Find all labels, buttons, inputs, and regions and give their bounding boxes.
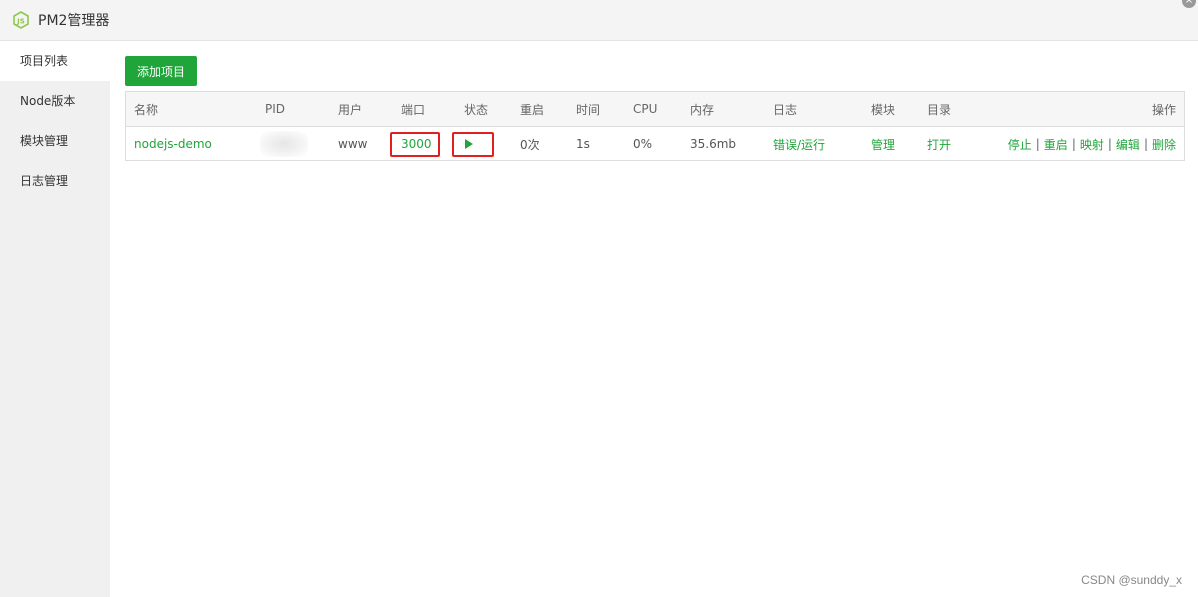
main-content: 添加项目 名称 PID 用户 端口 状态 重启 时间 CPU 内存 日志 模块 …	[110, 41, 1198, 597]
sidebar-item-module-manage[interactable]: 模块管理	[0, 121, 110, 161]
user-value: www	[338, 137, 368, 151]
header-memory: 内存	[690, 102, 715, 117]
header-cpu: CPU	[633, 102, 658, 116]
separator: |	[1107, 137, 1112, 151]
restart-count: 0次	[520, 137, 540, 152]
edit-link[interactable]: 编辑	[1116, 136, 1140, 153]
open-dir-link[interactable]: 打开	[927, 127, 951, 161]
module-manage-link[interactable]: 管理	[871, 127, 895, 161]
table-row: nodejs-demo www 3000 0次 1s 0% 35.6mb 错误/…	[126, 127, 1184, 161]
pid-blurred	[260, 131, 308, 157]
map-link[interactable]: 映射	[1080, 136, 1104, 153]
header-module: 模块	[871, 102, 896, 117]
add-project-button[interactable]: 添加项目	[125, 56, 198, 86]
header-name: 名称	[134, 102, 159, 117]
project-name-link[interactable]: nodejs-demo	[134, 127, 212, 161]
table-header-row: 名称 PID 用户 端口 状态 重启 时间 CPU 内存 日志 模块 目录 操作	[126, 92, 1184, 127]
header-user: 用户	[338, 102, 363, 117]
uptime-value: 1s	[576, 137, 590, 151]
restart-link[interactable]: 重启	[1044, 136, 1068, 153]
sidebar: 项目列表 Node版本 模块管理 日志管理	[0, 41, 110, 597]
header-log: 日志	[773, 102, 798, 117]
nodejs-logo-icon: JS	[13, 11, 29, 29]
header-ops: 操作	[1151, 102, 1176, 117]
pid-value	[260, 127, 308, 161]
sidebar-item-log-manage[interactable]: 日志管理	[0, 161, 110, 201]
title-bar: JS PM2管理器 ×	[0, 0, 1198, 41]
header-pid: PID	[265, 102, 286, 116]
row-actions: 停止 | 重启 | 映射 | 编辑 | 删除	[1008, 127, 1176, 161]
separator: |	[1143, 137, 1148, 151]
delete-link[interactable]: 删除	[1152, 136, 1176, 153]
separator: |	[1035, 137, 1040, 151]
sidebar-item-node-version[interactable]: Node版本	[0, 81, 110, 121]
header-dir: 目录	[927, 102, 952, 117]
port-highlight-box	[390, 132, 440, 157]
status-highlight-box	[452, 132, 494, 157]
header-restart: 重启	[520, 102, 545, 117]
sidebar-item-project-list[interactable]: 项目列表	[0, 41, 110, 81]
svg-text:JS: JS	[16, 17, 25, 25]
project-table: 名称 PID 用户 端口 状态 重启 时间 CPU 内存 日志 模块 目录 操作…	[125, 91, 1185, 161]
app-title: PM2管理器	[38, 13, 110, 29]
watermark: CSDN @sunddy_x	[1081, 573, 1182, 587]
separator: |	[1071, 137, 1076, 151]
stop-link[interactable]: 停止	[1008, 136, 1032, 153]
log-link[interactable]: 错误/运行	[773, 127, 825, 161]
header-status: 状态	[464, 102, 489, 117]
memory-value: 35.6mb	[690, 137, 737, 151]
header-port: 端口	[401, 102, 426, 117]
close-icon[interactable]: ×	[1182, 0, 1196, 8]
cpu-value: 0%	[633, 137, 653, 151]
header-time: 时间	[576, 102, 601, 117]
